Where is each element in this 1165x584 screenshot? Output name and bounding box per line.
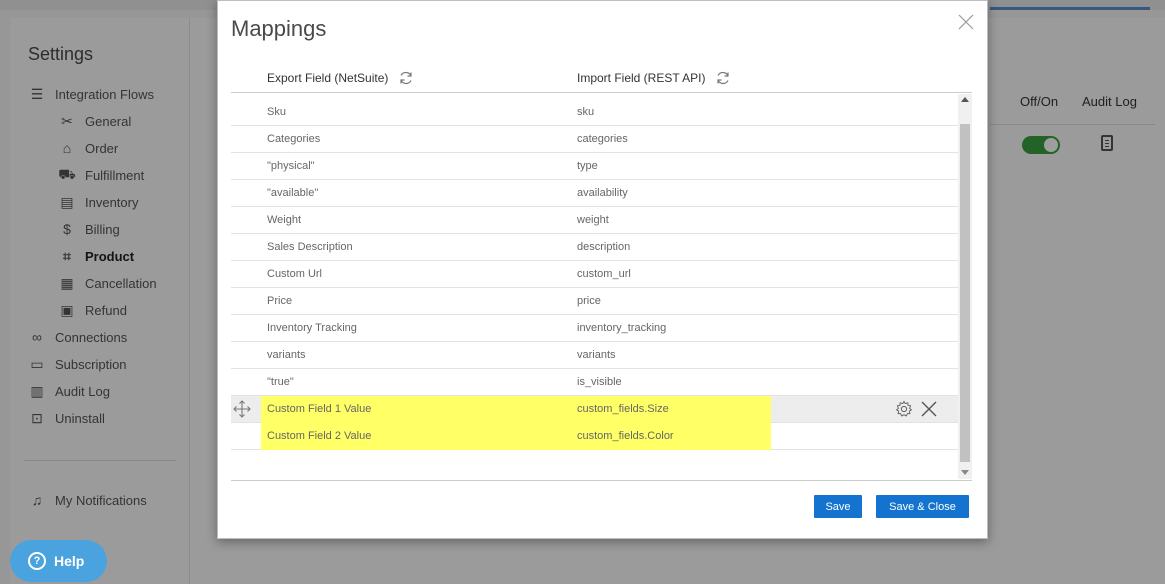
import-field-cell[interactable]: categories xyxy=(577,126,628,152)
mapping-row[interactable]: variants variants xyxy=(231,342,959,369)
mapping-row[interactable]: Price price xyxy=(231,288,959,315)
gear-icon[interactable] xyxy=(895,400,913,418)
mapping-row[interactable]: Sku sku xyxy=(231,99,959,126)
import-field-cell[interactable]: price xyxy=(577,288,601,314)
scroll-down-arrow-icon[interactable] xyxy=(961,470,969,475)
scroll-thumb[interactable] xyxy=(960,124,970,462)
grid-scrollbar[interactable] xyxy=(958,94,972,479)
import-field-cell[interactable]: inventory_tracking xyxy=(577,315,666,341)
import-field-header: Import Field (REST API) xyxy=(577,70,731,86)
save-close-button[interactable]: Save & Close xyxy=(876,495,969,518)
help-label: Help xyxy=(54,553,85,569)
export-field-cell[interactable]: Categories xyxy=(267,126,320,152)
mappings-grid: Sku sku Categories categories "physical"… xyxy=(231,99,959,455)
import-field-cell[interactable]: description xyxy=(577,234,630,260)
modal-title: Mappings xyxy=(231,16,327,41)
help-button[interactable]: ? Help xyxy=(10,540,107,582)
import-field-cell[interactable]: weight xyxy=(577,207,609,233)
header-divider xyxy=(231,92,972,93)
mapping-row[interactable]: "available" availability xyxy=(231,180,959,207)
export-field-cell[interactable]: Custom Url xyxy=(267,261,322,287)
mapping-row[interactable]: Categories categories xyxy=(231,126,959,153)
import-field-cell[interactable]: variants xyxy=(577,342,616,368)
mapping-row[interactable]: Sales Description description xyxy=(231,234,959,261)
export-field-cell[interactable]: "physical" xyxy=(267,153,315,179)
import-field-cell[interactable]: type xyxy=(577,153,598,179)
mapping-row[interactable]: Custom Url custom_url xyxy=(231,261,959,288)
question-icon: ? xyxy=(28,552,46,570)
export-field-cell[interactable]: variants xyxy=(267,342,306,368)
import-field-cell[interactable]: custom_fields.Color xyxy=(577,423,674,449)
refresh-icon[interactable] xyxy=(398,70,414,86)
mapping-row-selected[interactable]: Custom Field 1 Value custom_fields.Size xyxy=(231,396,959,423)
export-field-cell[interactable]: Sales Description xyxy=(267,234,353,260)
import-field-cell[interactable]: is_visible xyxy=(577,369,622,395)
export-field-cell[interactable]: Weight xyxy=(267,207,301,233)
mappings-modal: Mappings Export Field (NetSuite) Import … xyxy=(217,0,988,539)
save-button[interactable]: Save xyxy=(814,495,862,518)
mapping-row[interactable]: Weight weight xyxy=(231,207,959,234)
grid-bottom-divider xyxy=(231,480,972,481)
drag-handle-icon[interactable] xyxy=(233,400,251,418)
mapping-row-empty[interactable] xyxy=(231,450,959,477)
export-field-cell[interactable]: Custom Field 2 Value xyxy=(267,423,371,449)
export-field-cell[interactable]: Custom Field 1 Value xyxy=(267,396,371,422)
delete-icon[interactable] xyxy=(921,401,937,417)
import-field-cell[interactable]: custom_url xyxy=(577,261,631,287)
export-field-header-label: Export Field (NetSuite) xyxy=(267,71,389,85)
mapping-row[interactable]: Custom Field 2 Value custom_fields.Color xyxy=(231,423,959,450)
close-icon[interactable] xyxy=(957,13,975,31)
mapping-row[interactable]: "physical" type xyxy=(231,153,959,180)
refresh-icon[interactable] xyxy=(715,70,731,86)
import-field-cell[interactable]: custom_fields.Size xyxy=(577,396,669,422)
mapping-row[interactable]: Inventory Tracking inventory_tracking xyxy=(231,315,959,342)
export-field-cell[interactable]: "available" xyxy=(267,180,318,206)
scroll-up-arrow-icon[interactable] xyxy=(961,97,969,102)
export-field-cell[interactable]: Sku xyxy=(267,99,286,125)
import-field-header-label: Import Field (REST API) xyxy=(577,71,706,85)
import-field-cell[interactable]: sku xyxy=(577,99,594,125)
export-field-cell[interactable]: "true" xyxy=(267,369,294,395)
export-field-header: Export Field (NetSuite) xyxy=(267,70,414,86)
export-field-cell[interactable]: Inventory Tracking xyxy=(267,315,357,341)
import-field-cell[interactable]: availability xyxy=(577,180,628,206)
export-field-cell[interactable]: Price xyxy=(267,288,292,314)
mapping-row[interactable]: "true" is_visible xyxy=(231,369,959,396)
